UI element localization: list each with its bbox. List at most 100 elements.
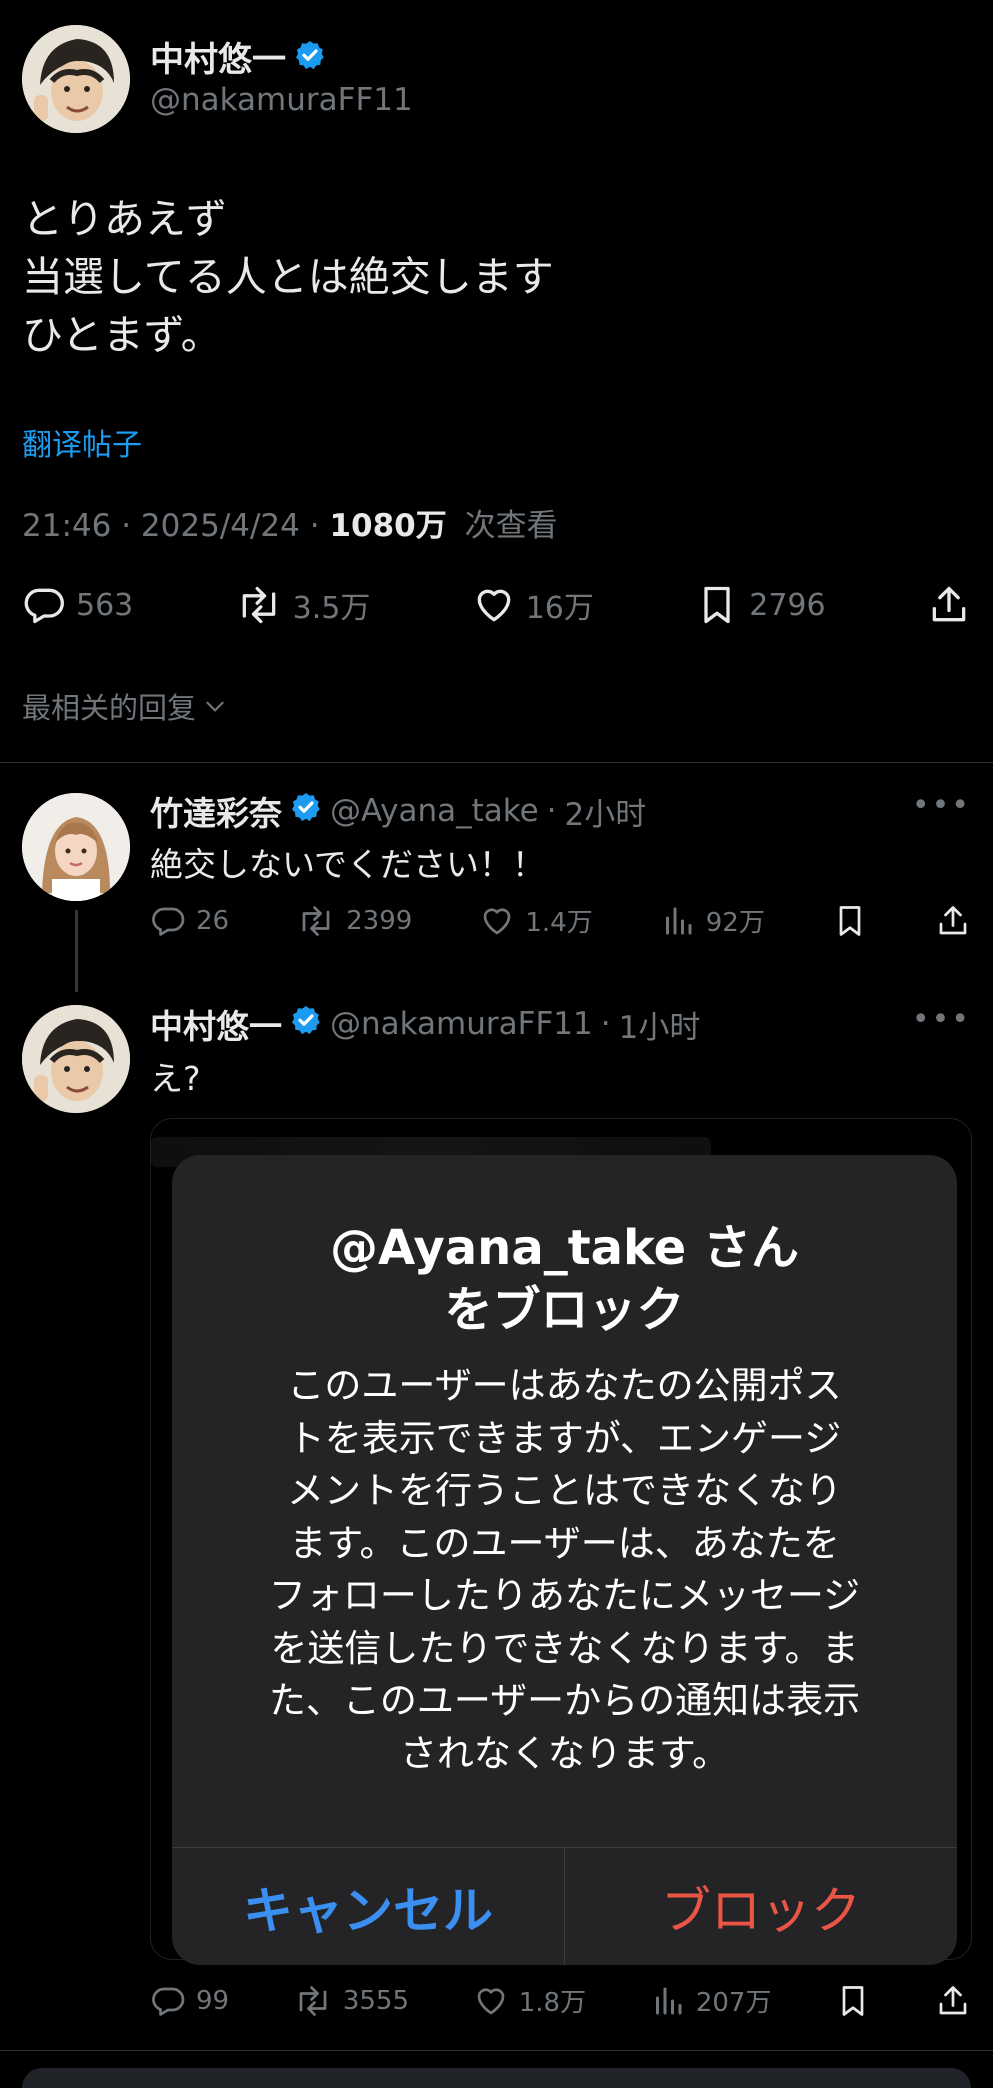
chevron-down-icon: [206, 701, 224, 712]
share-icon: [939, 905, 967, 934]
share-button[interactable]: [935, 1983, 971, 2019]
dialog-message-line: メントを行うことはできなくなり: [287, 1469, 842, 1512]
reply-time[interactable]: 1小时: [619, 1002, 701, 1047]
dialog-message-line: トを表示できますが、エンゲージ: [287, 1416, 842, 1460]
reply-text: 絶交しないでください！！: [150, 845, 546, 884]
author-handle[interactable]: @nakamuraFF11: [150, 82, 413, 118]
reply-composer-bar[interactable]: [22, 2068, 971, 2088]
bookmark-button[interactable]: [835, 1983, 871, 2019]
reply-author-name[interactable]: 竹達彩奈: [150, 787, 282, 835]
like-button[interactable]: 1.4万: [479, 902, 593, 939]
dialog-message-line: ます。このユーザーは、あなたを: [289, 1521, 840, 1565]
reply-button[interactable]: 99: [150, 1983, 229, 2019]
dialog-message: このユーザーはあなたの公開ポス トを表示できますが、エンゲージ メントを行うこと…: [232, 1360, 897, 1780]
like-count: 1.8万: [518, 1988, 587, 2018]
repost-icon: [302, 905, 330, 936]
dialog-message-line: た、このユーザーからの通知は表示: [268, 1679, 861, 1722]
dialog-title-line: をブロック: [444, 1282, 685, 1338]
repost-button[interactable]: 3555: [293, 1983, 409, 2019]
dialog-message-line: されなくなります。: [399, 1731, 730, 1775]
share-icon: [939, 1985, 967, 2014]
dialog-message-line: フォローしたりあなたにメッセージ: [268, 1574, 861, 1617]
meta-separator: ·: [600, 1006, 611, 1042]
reply-count: 99: [196, 1985, 230, 2016]
share-button[interactable]: [927, 583, 971, 627]
repost-icon: [242, 586, 275, 624]
cancel-button[interactable]: キャンセル: [172, 1848, 564, 1965]
repost-count: 2399: [346, 905, 413, 936]
verified-badge-icon: [294, 39, 326, 75]
reply-author-handle[interactable]: @Ayana_take: [330, 793, 539, 829]
reply-avatar[interactable]: [22, 1005, 130, 1113]
post-action-bar: 563 3.5万 16万 2796: [22, 583, 971, 627]
repost-count: 3555: [342, 1985, 409, 2016]
views-button[interactable]: 92万: [660, 902, 765, 939]
bookmark-icon: [839, 905, 861, 936]
share-icon: [932, 586, 966, 622]
reply-time[interactable]: 2小时: [565, 789, 647, 834]
meta-separator: ·: [309, 508, 330, 544]
block-button[interactable]: ブロック: [565, 1848, 957, 1965]
thread-connector: [75, 910, 78, 992]
author-name[interactable]: 中村悠一: [150, 32, 286, 81]
post-body: とりあえず 当選してる人とは絶交します ひとまず。: [22, 190, 554, 364]
dialog-message-line: を送信したりできなくなります。ま: [270, 1626, 859, 1670]
bookmark-icon: [842, 1985, 864, 2016]
view-count-label: 次查看: [464, 508, 558, 544]
post-date[interactable]: 2025/4/24: [141, 508, 300, 544]
post-time[interactable]: 21:46: [22, 508, 111, 544]
post-body-line: 当選してる人とは絶交します: [22, 253, 554, 301]
post-meta: 21:46 · 2025/4/24 · 1080万 次查看: [22, 500, 558, 545]
views-icon: [655, 1987, 682, 2014]
reply-header[interactable]: 竹達彩奈 @Ayana_take · 2小时: [150, 787, 646, 835]
reply-button[interactable]: 563: [22, 583, 133, 627]
bookmark-count: 2796: [749, 587, 826, 623]
dialog-title: @Ayana_take さん をブロック: [172, 1217, 957, 1341]
reply-author-name[interactable]: 中村悠一: [150, 1000, 282, 1048]
reply-icon: [24, 588, 64, 624]
reply-button[interactable]: 26: [150, 903, 229, 939]
reply-icon: [152, 1987, 185, 2016]
reply-header[interactable]: 中村悠一 @nakamuraFF11 · 1小时: [150, 1000, 700, 1048]
repost-icon: [299, 1985, 327, 2016]
view-count: 207万: [695, 1988, 772, 2018]
meta-separator: ·: [546, 793, 557, 829]
section-divider: [0, 762, 993, 763]
post-body-line: ひとまず。: [22, 311, 222, 359]
author-name-row[interactable]: 中村悠一: [150, 32, 326, 81]
views-button[interactable]: 207万: [650, 1982, 772, 2019]
reply-text: え?: [150, 1059, 201, 1098]
share-button[interactable]: [935, 903, 971, 939]
bookmark-button[interactable]: [832, 903, 868, 939]
more-icon[interactable]: •••: [912, 1002, 971, 1037]
view-count: 92万: [705, 908, 765, 938]
reply-sort-selector[interactable]: 最相关的回复: [22, 685, 228, 727]
like-button[interactable]: 16万: [472, 583, 594, 627]
reply-icon: [152, 907, 185, 936]
dialog-message-line: このユーザーはあなたの公開ポス: [287, 1364, 842, 1407]
author-avatar[interactable]: [22, 25, 130, 133]
verified-badge-icon: [290, 791, 322, 831]
view-count: 1080万: [329, 508, 447, 544]
bookmark-button[interactable]: 2796: [695, 583, 826, 627]
translate-post-link[interactable]: 翻译帖子: [22, 420, 142, 464]
meta-separator: ·: [121, 508, 141, 544]
repost-button[interactable]: 3.5万: [235, 583, 370, 627]
reply-sort-label: 最相关的回复: [22, 691, 197, 725]
bookmark-icon: [704, 586, 730, 624]
like-icon: [477, 1987, 505, 2014]
views-icon: [665, 907, 692, 934]
more-icon[interactable]: •••: [912, 788, 971, 823]
reply-author-handle[interactable]: @nakamuraFF11: [330, 1006, 593, 1042]
block-user-dialog: @Ayana_take さん をブロック このユーザーはあなたの公開ポス トを表…: [172, 1155, 957, 1965]
like-icon: [484, 907, 511, 934]
reply-count: 563: [76, 587, 134, 623]
dialog-title-line: @Ayana_take さん: [330, 1220, 799, 1276]
reply-avatar[interactable]: [22, 793, 130, 901]
repost-button[interactable]: 2399: [296, 903, 412, 939]
like-count: 16万: [525, 591, 594, 626]
reply-count: 26: [196, 905, 230, 936]
like-icon: [477, 589, 511, 622]
post-body-line: とりあえず: [22, 195, 227, 243]
like-button[interactable]: 1.8万: [473, 1982, 586, 2019]
